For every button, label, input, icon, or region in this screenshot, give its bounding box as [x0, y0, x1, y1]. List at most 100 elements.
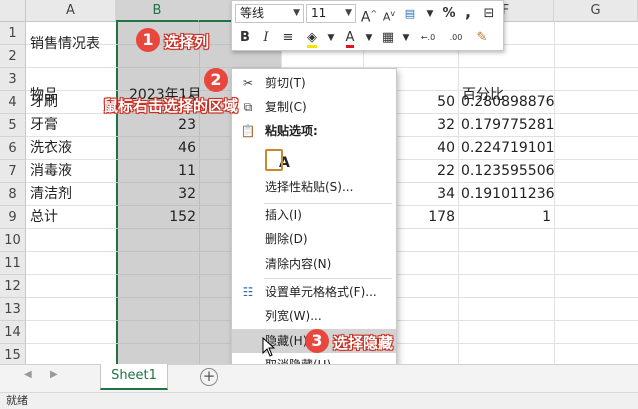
cell-item-name[interactable]: 总计 — [27, 206, 115, 229]
menu-item-clear-contents[interactable]: 清除内容(N) — [232, 252, 396, 276]
cell-f-value[interactable]: 0.179775281 — [458, 114, 555, 137]
menu-item-insert[interactable]: 插入(I) — [232, 203, 396, 227]
borders-dropdown[interactable]: ▼ — [396, 28, 416, 48]
fill-color-button[interactable]: ◈ — [302, 28, 322, 48]
font-color-button[interactable]: A — [340, 28, 360, 48]
cell-b-value[interactable]: 46 — [116, 137, 199, 160]
row-header[interactable]: 3 — [0, 68, 26, 91]
cell-b-value[interactable]: 23 — [116, 114, 199, 137]
cell-item-name[interactable]: 牙膏 — [27, 114, 115, 137]
borders-icon: ▦ — [381, 30, 395, 45]
cell-a1-title[interactable]: 销售情况表 — [27, 33, 117, 56]
fill-color-dropdown[interactable]: ▼ — [321, 28, 341, 48]
grow-font-button[interactable]: A^ — [359, 4, 379, 26]
callout-badge-1: 1 — [136, 28, 160, 52]
cell-f-value[interactable]: 0.224719101 — [458, 137, 555, 160]
row-header[interactable]: 15 — [0, 344, 26, 364]
comma-style-button[interactable]: , — [458, 2, 478, 22]
cell-item-name[interactable]: 牙刷 — [27, 91, 115, 114]
menu-item-label: 设置单元格格式(F)... — [265, 285, 377, 299]
currency-icon: ▤ — [404, 7, 416, 20]
font-size-select[interactable]: 11 ▼ — [306, 4, 356, 23]
chevron-down-icon: ▼ — [345, 8, 352, 18]
menu-item-label: 插入(I) — [265, 208, 302, 222]
select-all-corner[interactable] — [0, 0, 26, 22]
column-divider — [199, 22, 200, 364]
format-painter-button[interactable]: ✎ — [472, 28, 492, 48]
cell-b-value[interactable]: 11 — [116, 160, 199, 183]
menu-item-label: 选择性粘贴(S)... — [265, 180, 354, 194]
menu-item-label: 清除内容(N) — [265, 257, 332, 271]
percent-style-button[interactable]: % — [439, 4, 459, 24]
menu-separator — [264, 278, 392, 279]
scroll-left-icon[interactable]: ◀ — [24, 369, 32, 380]
number-format-dropdown[interactable]: ▼ — [420, 4, 440, 24]
chevron-down-icon: ▼ — [426, 9, 434, 19]
add-sheet-button[interactable]: + — [200, 368, 218, 386]
align-center-button[interactable]: ≡ — [278, 28, 298, 48]
column-header-b[interactable]: B — [116, 0, 199, 22]
row-header[interactable]: 11 — [0, 252, 26, 275]
decrease-decimal-button[interactable]: .00 — [444, 28, 468, 48]
callout-badge-3: 3 — [305, 329, 329, 353]
menu-item-delete[interactable]: 删除(D) — [232, 227, 396, 251]
cell-f-value[interactable]: 0.123595506 — [458, 160, 555, 183]
cell-f-value[interactable]: 1 — [458, 206, 554, 229]
cell-b-value[interactable]: 32 — [116, 183, 199, 206]
callout-badge-2: 2 — [204, 68, 228, 92]
row-header[interactable]: 8 — [0, 183, 26, 206]
menu-section-label: 粘贴选项: — [265, 124, 318, 138]
scroll-right-icon[interactable]: ▶ — [50, 369, 58, 380]
scissors-icon: ✂ — [242, 76, 254, 90]
paste-option-keep-text[interactable]: A — [232, 145, 396, 175]
font-name-select[interactable]: 等线 ▼ — [235, 4, 304, 23]
chevron-down-icon: ▼ — [293, 8, 300, 18]
status-text: 就绪 — [6, 394, 28, 407]
row-header[interactable]: 6 — [0, 137, 26, 160]
cell-item-name[interactable]: 洗衣液 — [27, 137, 115, 160]
format-painter-grid-button[interactable]: ⊟ — [479, 4, 499, 24]
callout-text-3: 选择隐藏 — [333, 334, 394, 352]
row-header[interactable]: 4 — [0, 91, 26, 114]
cell-item-name[interactable]: 消毒液 — [27, 160, 115, 183]
cell-f-value[interactable]: 0.280898876 — [458, 91, 555, 114]
borders-button[interactable]: ▦ — [378, 28, 398, 48]
cell-item-name[interactable]: 清洁剂 — [27, 183, 115, 206]
menu-item-copy[interactable]: ⧉ 复制(C) — [232, 95, 396, 119]
paintbrush-icon: ✎ — [476, 30, 488, 45]
row-header[interactable]: 12 — [0, 275, 26, 298]
menu-item-paste-special[interactable]: 选择性粘贴(S)... — [232, 175, 396, 199]
italic-button[interactable]: I — [256, 28, 276, 48]
column-header-a[interactable]: A — [26, 0, 116, 22]
row-header[interactable]: 9 — [0, 206, 26, 229]
font-name-value: 等线 — [240, 6, 265, 20]
cell-f-value[interactable]: 0.191011236 — [458, 183, 555, 206]
row-header[interactable]: 14 — [0, 321, 26, 344]
column-header-g[interactable]: G — [554, 0, 638, 22]
row-header[interactable]: 1 — [0, 22, 26, 45]
grow-font-icon: A — [360, 9, 371, 26]
clipboard-icon: 📋 — [240, 124, 256, 138]
menu-item-label: 剪切(T) — [265, 76, 306, 90]
copy-icon: ⧉ — [243, 100, 253, 114]
menu-item-label: 列宽(W)... — [265, 309, 322, 323]
row-header[interactable]: 5 — [0, 114, 26, 137]
sheet-tab-sheet1[interactable]: Sheet1 — [100, 364, 168, 390]
menu-item-format-cells[interactable]: ☷ 设置单元格格式(F)... — [232, 280, 396, 304]
status-bar: 就绪 — [0, 392, 638, 409]
chevron-down-icon: ▼ — [327, 33, 335, 43]
row-header[interactable]: 13 — [0, 298, 26, 321]
row-header[interactable]: 7 — [0, 160, 26, 183]
shrink-font-button[interactable]: Av — [379, 4, 399, 24]
row-header[interactable]: 10 — [0, 229, 26, 252]
cell-b-value[interactable]: 152 — [116, 206, 199, 229]
font-color-dropdown[interactable]: ▼ — [359, 28, 379, 48]
row-header[interactable]: 2 — [0, 45, 26, 68]
menu-item-cut[interactable]: ✂ 剪切(T) — [232, 71, 396, 95]
bold-button[interactable]: B — [235, 28, 255, 48]
menu-item-column-width[interactable]: 列宽(W)... — [232, 304, 396, 328]
increase-decimal-button[interactable]: ←.0 — [416, 28, 440, 48]
menu-item-label: 复制(C) — [265, 100, 307, 114]
font-size-value: 11 — [311, 6, 327, 20]
number-format-button[interactable]: ▤ — [400, 4, 420, 24]
